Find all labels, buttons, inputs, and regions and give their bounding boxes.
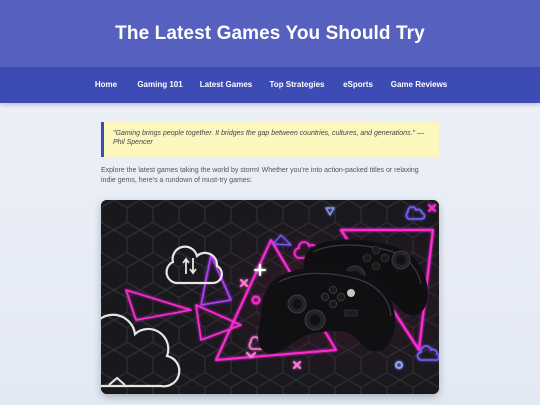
featured-quote: "Gaming brings people together. It bridg… [101,122,439,157]
nav-item-home[interactable]: Home [95,67,117,103]
nav-item-gaming-101[interactable]: Gaming 101 [137,67,182,103]
nav-item-esports[interactable]: eSports [343,67,373,103]
nav-item-top-strategies[interactable]: Top Strategies [270,67,325,103]
nav-item-latest-games[interactable]: Latest Games [200,67,252,103]
hero-image [101,200,439,394]
page-title: The Latest Games You Should Try [115,22,425,44]
nav-item-game-reviews[interactable]: Game Reviews [391,67,447,103]
controllers-illustration [101,200,439,394]
page-header: The Latest Games You Should Try [0,0,540,67]
intro-paragraph: Explore the latest games taking the worl… [101,167,419,184]
main-nav: Home Gaming 101 Latest Games Top Strateg… [0,67,540,103]
